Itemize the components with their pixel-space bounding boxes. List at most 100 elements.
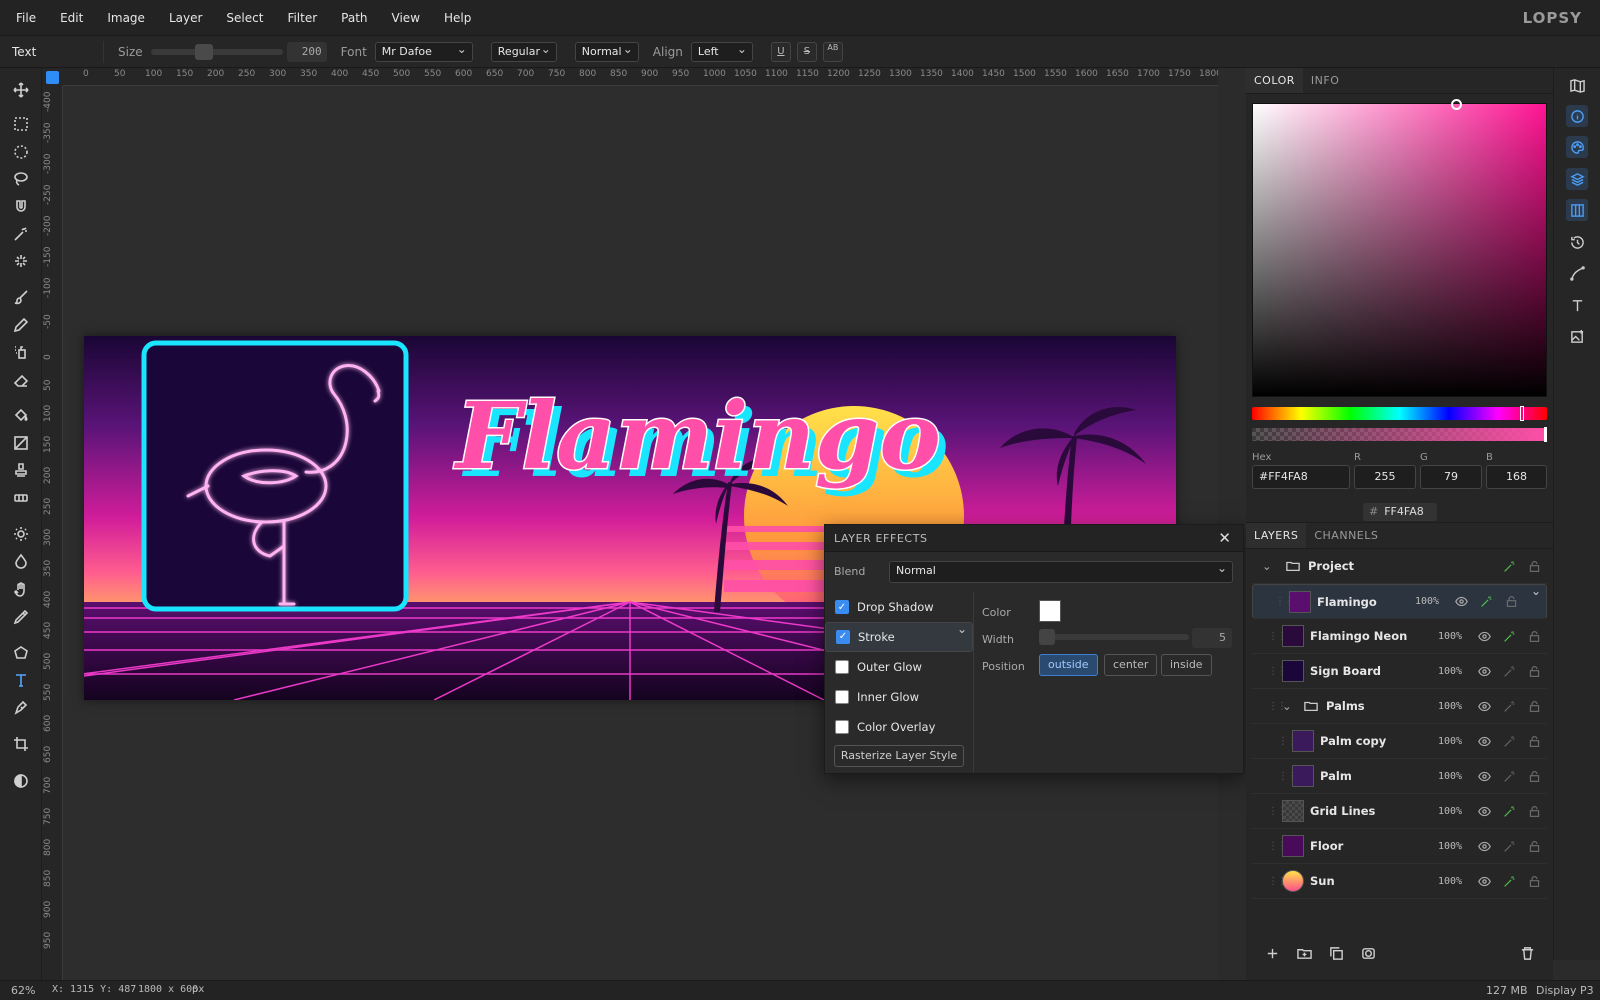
color-picker-cursor[interactable]: [1451, 99, 1462, 110]
position-center-button[interactable]: center: [1104, 654, 1158, 676]
menu-filter[interactable]: Filter: [275, 11, 329, 25]
saturation-value-picker[interactable]: [1252, 99, 1547, 397]
layer-name[interactable]: Palm: [1320, 769, 1438, 783]
layer-name[interactable]: Project: [1308, 559, 1438, 573]
clone-tool[interactable]: [11, 342, 31, 362]
text-blend-select[interactable]: Normal: [574, 40, 639, 62]
r-input[interactable]: 255: [1354, 465, 1416, 489]
lock-icon[interactable]: [1522, 665, 1547, 678]
layer-name[interactable]: Flamingo: [1317, 593, 1415, 611]
fill-tool[interactable]: [11, 405, 31, 425]
chevron-down-icon[interactable]: ⌄: [1282, 699, 1296, 713]
outer-glow-checkbox[interactable]: [835, 660, 849, 674]
drag-handle-icon[interactable]: ⋮⋮: [1275, 593, 1294, 611]
paths-panel-button[interactable]: [1566, 262, 1588, 284]
lock-icon[interactable]: [1522, 630, 1547, 643]
layer-name[interactable]: Palm copy: [1320, 734, 1438, 748]
menu-layer[interactable]: Layer: [157, 11, 214, 25]
lock-icon[interactable]: [1522, 735, 1547, 748]
effects-icon[interactable]: [1474, 595, 1499, 608]
layer-effects-header[interactable]: LAYER EFFECTS ✕: [825, 525, 1243, 552]
layer-name[interactable]: Flamingo Neon: [1310, 629, 1438, 643]
rasterize-layer-style-button[interactable]: Rasterize Layer Style: [834, 745, 964, 767]
font-weight-select[interactable]: Regular: [490, 40, 557, 62]
visibility-eye-icon[interactable]: [1449, 595, 1474, 608]
menu-help[interactable]: Help: [432, 11, 483, 25]
blend-mode-select[interactable]: Normal: [889, 559, 1233, 583]
tab-channels[interactable]: CHANNELS: [1306, 523, 1386, 548]
stamp-tool[interactable]: [11, 460, 31, 480]
marquee-ellipse-tool[interactable]: [11, 142, 31, 162]
menu-image[interactable]: Image: [95, 11, 157, 25]
layer-name[interactable]: Sun: [1310, 874, 1438, 888]
marquee-rect-tool[interactable]: [11, 114, 31, 134]
eraser-tool[interactable]: [11, 370, 31, 390]
drag-handle-icon[interactable]: ⋮⋮: [1268, 806, 1287, 817]
menu-file[interactable]: File: [0, 11, 48, 25]
size-value-input[interactable]: 200: [286, 41, 327, 62]
layer-name[interactable]: Floor: [1310, 839, 1438, 853]
layer-row[interactable]: ⌄ Project: [1252, 549, 1547, 584]
position-outside-button[interactable]: outside: [1039, 654, 1098, 676]
layers-panel-button[interactable]: [1566, 168, 1588, 190]
position-inside-button[interactable]: inside: [1161, 654, 1212, 676]
chevron-down-icon[interactable]: ⌄: [1262, 559, 1278, 573]
add-group-button[interactable]: [1288, 941, 1320, 965]
effects-icon[interactable]: [1497, 665, 1522, 678]
color-panel-button[interactable]: [1566, 136, 1588, 158]
history-panel-button[interactable]: [1566, 231, 1588, 253]
tab-color[interactable]: COLOR: [1246, 68, 1303, 93]
delete-layer-button[interactable]: [1511, 941, 1543, 965]
eyedropper-tool[interactable]: [11, 607, 31, 627]
visibility-eye-icon[interactable]: [1472, 665, 1497, 678]
effects-icon[interactable]: [1497, 630, 1522, 643]
lock-icon[interactable]: [1499, 595, 1524, 608]
alpha-slider[interactable]: [1252, 427, 1547, 442]
stroke-color-swatch[interactable]: [1039, 600, 1061, 622]
drag-handle-icon[interactable]: ⋮⋮: [1278, 771, 1297, 782]
stroke-checkbox[interactable]: ✓: [836, 630, 850, 644]
move-tool[interactable]: [11, 80, 31, 100]
layer-row[interactable]: ⋮⋮ Palm 100%: [1252, 759, 1547, 794]
stroke-width-knob[interactable]: [1039, 629, 1055, 645]
visibility-eye-icon[interactable]: [1472, 840, 1497, 853]
drop-shadow-checkbox[interactable]: ✓: [835, 600, 849, 614]
close-icon[interactable]: ✕: [1218, 529, 1231, 547]
layer-row[interactable]: ⋮⋮ Palm copy 100%: [1252, 724, 1547, 759]
effects-icon[interactable]: [1497, 700, 1522, 713]
uppercase-button[interactable]: AB: [822, 41, 843, 62]
align-select[interactable]: Left: [690, 40, 753, 62]
layer-row[interactable]: ⋮⋮ Flamingo 100%: [1252, 582, 1547, 619]
drag-handle-icon[interactable]: ⋮⋮: [1268, 876, 1287, 887]
drag-handle-icon[interactable]: ⋮⋮: [1278, 736, 1297, 747]
navigator-button[interactable]: [1566, 74, 1588, 96]
visibility-eye-icon[interactable]: [1472, 700, 1497, 713]
size-slider[interactable]: [150, 43, 283, 60]
shape-tool[interactable]: [11, 643, 31, 663]
inner-glow-checkbox[interactable]: [835, 690, 849, 704]
hue-handle[interactable]: [1520, 406, 1524, 421]
current-color-chip[interactable]: # FF4FA8: [1363, 503, 1437, 521]
layer-row[interactable]: ⋮⋮ Sun 100%: [1252, 864, 1547, 899]
effect-color-overlay[interactable]: Color Overlay: [825, 712, 973, 742]
size-slider-knob[interactable]: [194, 43, 213, 60]
image-panel-button[interactable]: [1566, 325, 1588, 347]
lasso-tool[interactable]: [11, 169, 31, 189]
menu-edit[interactable]: Edit: [48, 11, 95, 25]
hand-tool[interactable]: [11, 579, 31, 599]
quick-select-tool[interactable]: [11, 251, 31, 271]
zoom-level[interactable]: 62%: [11, 984, 35, 997]
layer-row[interactable]: ⋮⋮ Grid Lines 100%: [1252, 794, 1547, 829]
lock-icon[interactable]: [1522, 770, 1547, 783]
alpha-handle[interactable]: [1544, 427, 1547, 442]
underline-button[interactable]: U: [770, 41, 791, 62]
drag-handle-icon[interactable]: ⋮⋮: [1268, 701, 1287, 712]
brush-tool[interactable]: [11, 287, 31, 307]
magic-wand-tool[interactable]: [11, 224, 31, 244]
menu-view[interactable]: View: [380, 11, 432, 25]
menu-select[interactable]: Select: [214, 11, 275, 25]
dodge-tool[interactable]: [11, 524, 31, 544]
layer-row[interactable]: ⋮⋮ Flamingo Neon 100%: [1252, 619, 1547, 654]
character-panel-button[interactable]: [1566, 294, 1588, 316]
layer-name[interactable]: Sign Board: [1310, 664, 1438, 678]
